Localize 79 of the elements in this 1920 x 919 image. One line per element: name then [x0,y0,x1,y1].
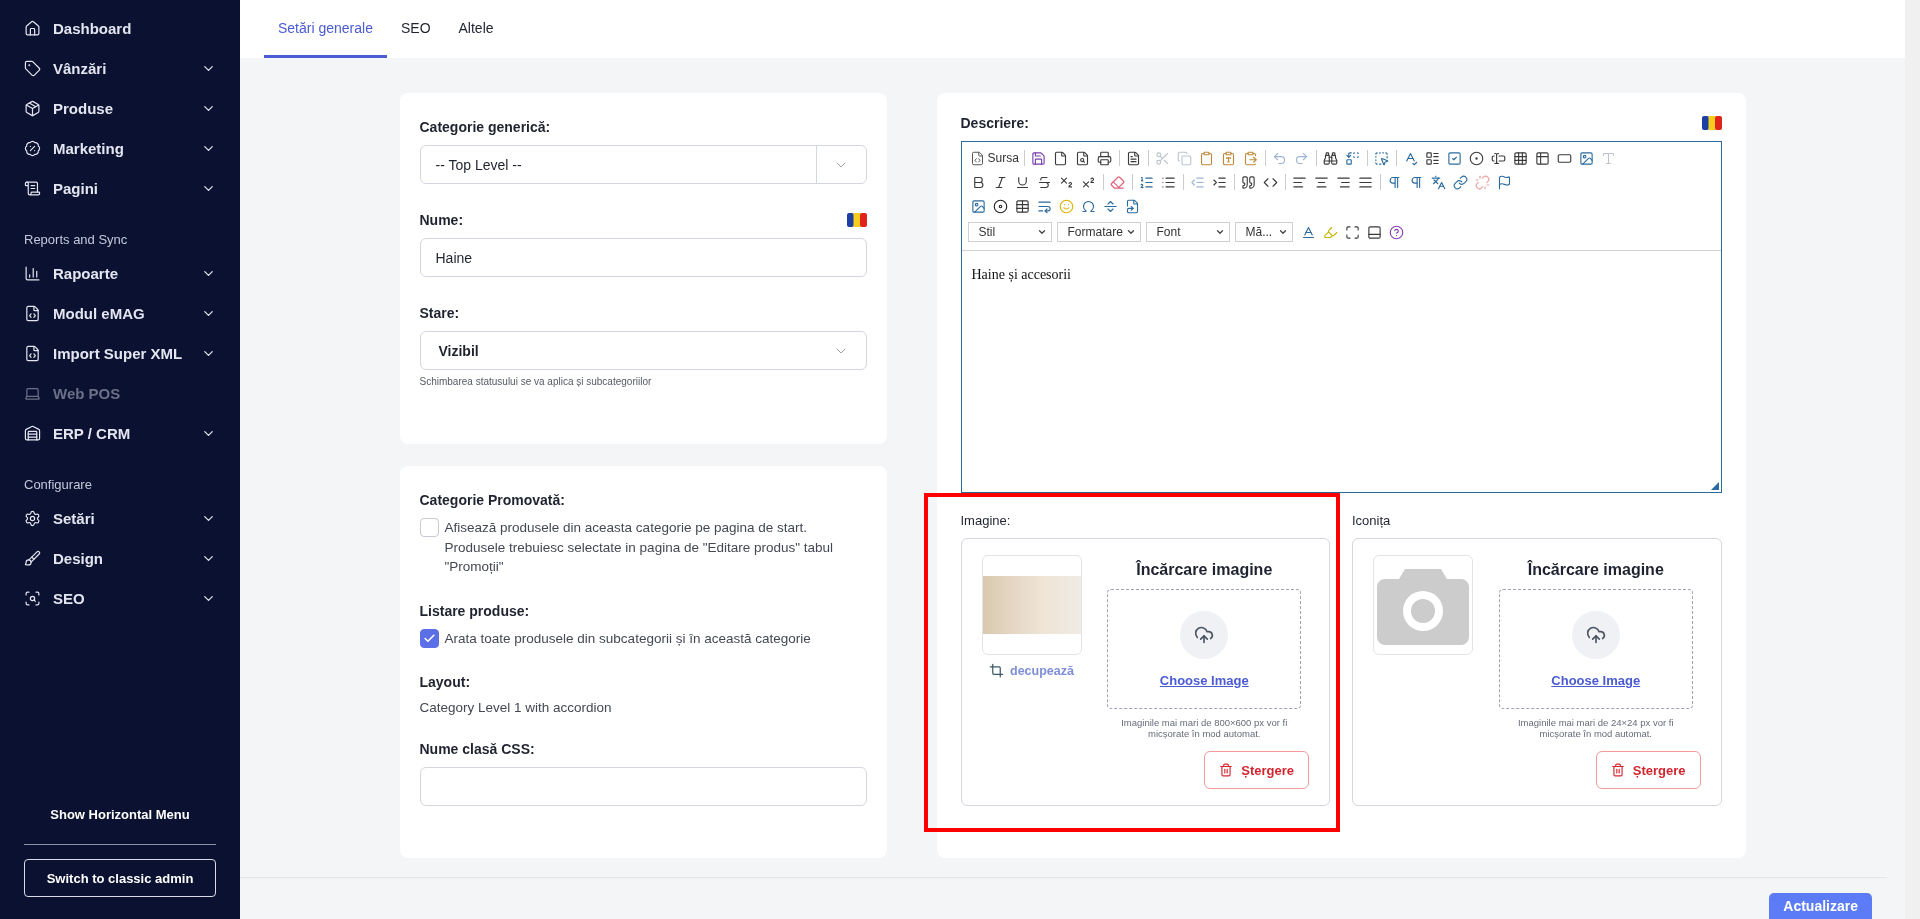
image-hint: Imaginile mai mari de 800×600 px vor fi micșorate în mod automat. [1120,717,1289,739]
checkbox[interactable] [419,628,439,648]
update-button[interactable]: Actualizare [1769,893,1872,919]
format-dropdown[interactable]: Mă... [1234,222,1293,242]
tab[interactable]: SEO [386,0,445,58]
tag-icon [24,59,41,77]
checkbox[interactable] [419,518,439,537]
nav-section-heading: Configurare [24,476,93,494]
house-icon [24,19,41,37]
caret-icon [1214,227,1225,237]
search-icon [24,589,41,607]
sidebar-item[interactable]: Import Super XML [24,333,216,373]
source-icon [969,150,985,166]
classic-admin-button[interactable]: Switch to classic admin [24,859,216,897]
caret-icon [1277,227,1288,237]
format-dropdown[interactable]: Formatare [1056,222,1141,242]
field-label: Descriere: [960,115,1029,131]
bar-chart-icon [24,264,41,282]
delete-button[interactable]: Ștergere [1204,751,1309,789]
upload-title: Încărcare imagine [1527,561,1664,579]
tab[interactable]: Setări generale [264,0,387,58]
crop-icon [989,663,1005,678]
sidebar-item[interactable]: Pagini [24,168,216,208]
field-label: Nume clasă CSS: [419,741,535,757]
sidebar-item[interactable]: ERP / CRM [24,413,216,453]
sidebar-item[interactable]: Vânzări [24,48,216,88]
field-label: Stare: [419,305,460,321]
box-icon [24,99,41,117]
field-label: Iconița [1352,513,1392,528]
trash-icon [1610,763,1625,777]
field-label: Categorie generică: [419,119,551,135]
delete-button[interactable]: Ștergere [1595,751,1701,789]
caret-icon [1036,227,1047,237]
sidebar-item[interactable]: Marketing [24,128,216,168]
settings-icon [24,509,41,527]
check-icon [422,631,436,645]
checkbox-label: Arata toate produsele din subcategorii și în această categorie [444,629,811,648]
flag-icon [846,213,867,227]
upload-title: Încărcare imagine [1136,561,1273,579]
nav-section-heading: Reports and Sync [24,231,129,249]
choose-image-link[interactable]: Choose Image [1159,672,1249,688]
trash-icon [1219,763,1234,777]
css-class-input[interactable] [419,767,867,806]
resize-handle[interactable] [1710,482,1719,490]
editor-content[interactable]: Haine și accesorii [961,251,1721,492]
layout-value: Category Level 1 with accordion [419,700,613,715]
field-label: Listare produse: [419,602,530,619]
status-select[interactable]: Vizibil [419,331,867,370]
sidebar-item[interactable]: Produse [24,88,216,128]
status-hint: Schimbarea statusului se va aplica și subcategoriilor [419,376,653,387]
format-dropdown[interactable]: Stil [967,222,1052,242]
drop-zone[interactable]: Choose Image [1498,589,1693,709]
image-hint: Imaginile mai mari de 24×24 px vor fi micșorate în mod automat. [1517,717,1675,739]
format-dropdown[interactable]: Font [1145,222,1230,242]
sidebar-item[interactable]: SEO [24,578,216,618]
drop-zone[interactable]: Choose Image [1107,589,1302,709]
flag-icon [1701,116,1722,130]
field-label: Imagine: [960,513,1012,528]
xml-file-icon [24,344,41,362]
horizontal-menu-button[interactable]: Show Horizontal Menu [24,797,216,845]
caret-icon [1125,227,1136,237]
sidebar-item[interactable]: Setări [24,498,216,538]
sidebar-item[interactable]: Modul eMAG [24,293,216,333]
choose-image-link[interactable]: Choose Image [1551,672,1641,688]
sidebar-item[interactable]: Design [24,538,216,578]
building-icon [24,424,41,442]
scroll-icon [24,179,41,197]
tab[interactable]: Altele [444,0,508,58]
sidebar-item[interactable]: Rapoarte [24,253,216,293]
source-button[interactable]: Sursa [967,147,1021,169]
field-label: Layout: [419,674,471,690]
brush-icon [24,549,41,567]
field-label: Categorie Promovată: [419,492,565,508]
checkbox-label: Afisează produsele din aceasta categorie pe pagina de start. Produsele trebuiesc selectate in pagina de "Editare produs" tabul "Promoții" [444,519,835,576]
parent-select[interactable]: -- Top Level -- [419,145,867,184]
percent-icon [24,139,41,157]
field-label: Nume: [419,212,464,228]
name-input[interactable]: Haine [419,238,867,277]
sidebar-item[interactable]: Dashboard [24,8,216,48]
